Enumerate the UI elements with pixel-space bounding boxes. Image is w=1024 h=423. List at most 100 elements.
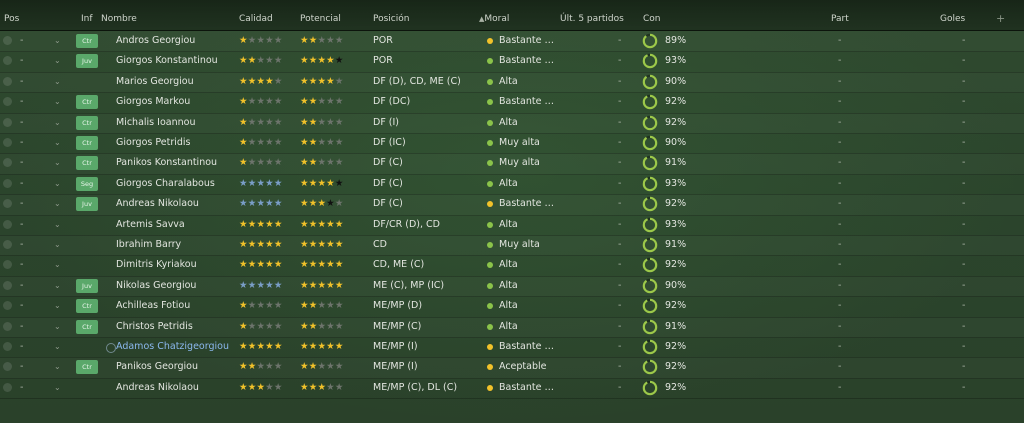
- chevron-down-icon[interactable]: ⌄: [54, 317, 61, 337]
- player-name[interactable]: Giorgos Charalabous: [116, 174, 234, 194]
- column-calidad[interactable]: Calidad: [239, 0, 273, 30]
- table-row[interactable]: - ⌄ Artemis Savva ★★★★★ ★★★★★ DF/CR (D), CD Al…: [0, 215, 1024, 236]
- player-name[interactable]: Panikos Georgiou: [116, 357, 234, 377]
- appearances: -: [838, 75, 842, 87]
- player-name[interactable]: Adamos Chatzigeorgiou: [116, 337, 234, 357]
- status-badge: Ctr: [76, 115, 98, 130]
- player-name[interactable]: Panikos Konstantinou: [116, 153, 234, 173]
- chevron-down-icon[interactable]: ⌄: [54, 255, 61, 275]
- select-radio-icon[interactable]: [3, 260, 12, 270]
- appearances: -: [838, 239, 842, 250]
- column-inf[interactable]: Inf: [81, 0, 93, 30]
- player-name[interactable]: Andros Georgiou: [116, 31, 234, 51]
- column-potencial[interactable]: Potencial: [300, 0, 341, 30]
- star-icon: ★: [326, 55, 335, 67]
- select-radio-icon[interactable]: [3, 199, 12, 209]
- chevron-down-icon[interactable]: ⌄: [54, 92, 61, 112]
- select-radio-icon[interactable]: [3, 362, 12, 372]
- chevron-down-icon[interactable]: ⌄: [54, 174, 61, 194]
- chevron-down-icon[interactable]: ⌄: [54, 337, 61, 357]
- table-row[interactable]: - ⌄ Ctr Giorgos Markou ★★★★★ ★★★★★ DF (DC) Bast…: [0, 92, 1024, 114]
- star-icon: ★: [265, 361, 274, 373]
- column-pos[interactable]: Pos: [4, 0, 19, 30]
- column-nombre[interactable]: Nombre: [101, 0, 137, 30]
- table-row[interactable]: - ⌄ Ctr Panikos Konstantinou ★★★★★ ★★★★★ DF (C…: [0, 153, 1024, 175]
- player-name[interactable]: Achilleas Fotiou: [116, 296, 234, 316]
- morale-dot-icon: [487, 78, 493, 85]
- player-name[interactable]: Andreas Nikolaou: [116, 194, 234, 214]
- select-radio-icon[interactable]: [3, 219, 12, 229]
- chevron-down-icon[interactable]: ⌄: [54, 153, 61, 173]
- select-radio-icon[interactable]: [3, 36, 12, 45]
- table-row[interactable]: - ⌄ Ibrahim Barry ★★★★★ ★★★★★ CD Muy alta -91% -…: [0, 235, 1024, 257]
- player-name[interactable]: Michalis Ioannou: [116, 113, 234, 133]
- table-row[interactable]: - ⌄ Ctr Michalis Ioannou ★★★★★ ★★★★★ DF (I) Alt…: [0, 113, 1024, 134]
- star-icon: ★: [326, 116, 335, 128]
- player-name[interactable]: Nikolas Georgiou: [116, 276, 234, 296]
- chevron-down-icon[interactable]: ⌄: [54, 296, 61, 316]
- column-ultimos[interactable]: Últ. 5 partidos: [560, 0, 624, 30]
- table-row[interactable]: - ⌄ Ctr Andros Georgiou ★★★★★ ★★★★★ POR Bastant…: [0, 31, 1024, 53]
- player-name[interactable]: Ibrahim Barry: [116, 235, 234, 255]
- star-icon: ★: [239, 239, 248, 250]
- select-radio-icon[interactable]: [3, 178, 12, 188]
- chevron-down-icon[interactable]: ⌄: [54, 113, 61, 133]
- table-row[interactable]: - ⌄ Ctr Panikos Georgiou ★★★★★ ★★★★★ ME/MP (I)…: [0, 357, 1024, 379]
- column-posicion[interactable]: Posición: [373, 0, 409, 30]
- table-row[interactable]: - ⌄ Ctr Giorgos Petridis ★★★★★ ★★★★★ DF (IC) Mu…: [0, 133, 1024, 155]
- add-column-icon[interactable]: +: [996, 0, 1005, 30]
- table-row[interactable]: - ⌄ Juv Nikolas Georgiou ★★★★★ ★★★★★ ME (C), M…: [0, 276, 1024, 298]
- chevron-down-icon[interactable]: ⌄: [54, 133, 61, 153]
- select-radio-icon[interactable]: [3, 117, 12, 127]
- table-row[interactable]: - ⌄ Juv Giorgos Konstantinou ★★★★★ ★★★★★ POR Ba…: [0, 51, 1024, 73]
- column-moral[interactable]: ▲Moral: [479, 0, 509, 30]
- player-name[interactable]: Andreas Nikolaou: [116, 378, 234, 398]
- select-radio-icon[interactable]: [3, 280, 12, 290]
- select-radio-icon[interactable]: [3, 240, 12, 249]
- chevron-down-icon[interactable]: ⌄: [54, 357, 61, 377]
- table-row[interactable]: - ⌄ Seg Giorgos Charalabous ★★★★★ ★★★★★ DF (C)…: [0, 174, 1024, 196]
- chevron-down-icon[interactable]: ⌄: [54, 235, 61, 255]
- select-radio-icon[interactable]: [3, 382, 12, 392]
- chevron-down-icon[interactable]: ⌄: [54, 72, 61, 92]
- chevron-down-icon[interactable]: ⌄: [54, 194, 61, 214]
- select-radio-icon[interactable]: [3, 138, 12, 147]
- chevron-down-icon[interactable]: ⌄: [54, 276, 61, 296]
- morale-text: Alta: [499, 300, 518, 312]
- chevron-down-icon[interactable]: ⌄: [54, 215, 61, 235]
- table-row[interactable]: - ⌄ Andreas Nikolaou ★★★★★ ★★★★★ ME/MP (C), D…: [0, 378, 1024, 400]
- star-icon: ★: [300, 116, 309, 128]
- table-row[interactable]: - ⌄ Ctr Christos Petridis ★★★★★ ★★★★★ ME/MP (C…: [0, 317, 1024, 338]
- select-radio-icon[interactable]: [3, 342, 12, 351]
- select-radio-icon[interactable]: [3, 97, 12, 107]
- select-radio-icon[interactable]: [3, 301, 12, 311]
- column-goles[interactable]: Goles: [940, 0, 965, 30]
- table-row[interactable]: - ⌄ Juv Andreas Nikolaou ★★★★★ ★★★★★ DF (C) Bas…: [0, 194, 1024, 216]
- table-row[interactable]: - ⌄ Ctr Achilleas Fotiou ★★★★★ ★★★★★ ME/MP (D)…: [0, 296, 1024, 318]
- player-name[interactable]: Giorgos Petridis: [116, 133, 234, 153]
- select-radio-icon[interactable]: [3, 76, 12, 86]
- player-name[interactable]: Artemis Savva: [116, 215, 234, 235]
- star-icon: ★: [273, 177, 283, 189]
- star-icon: ★: [256, 279, 266, 291]
- player-name[interactable]: Marios Georgiou: [116, 72, 234, 92]
- morale-text: Alta: [499, 320, 518, 332]
- table-row[interactable]: - ⌄ Marios Georgiou ★★★★★ ★★★★★ DF (D), CD, M…: [0, 72, 1024, 94]
- column-part[interactable]: Part: [831, 0, 849, 30]
- chevron-down-icon[interactable]: ⌄: [54, 31, 61, 51]
- star-icon: ★: [300, 55, 309, 67]
- select-radio-icon[interactable]: [3, 321, 12, 331]
- chevron-down-icon[interactable]: ⌄: [54, 378, 61, 398]
- table-row[interactable]: - ⌄ Adamos Chatzigeorgiou ★★★★★ ★★★★★ ME/MP (…: [0, 337, 1024, 359]
- player-name[interactable]: Christos Petridis: [116, 317, 234, 337]
- player-name[interactable]: Dimitris Kyriakou: [116, 255, 234, 275]
- star-icon: ★: [326, 381, 335, 393]
- player-name[interactable]: Giorgos Markou: [116, 92, 234, 112]
- select-radio-icon[interactable]: [3, 56, 12, 66]
- player-name[interactable]: Giorgos Konstantinou: [116, 51, 234, 71]
- chevron-down-icon[interactable]: ⌄: [54, 51, 61, 71]
- table-row[interactable]: - ⌄ Dimitris Kyriakou ★★★★★ ★★★★★ CD, ME (C) A…: [0, 255, 1024, 277]
- select-radio-icon[interactable]: [3, 158, 12, 168]
- morale-dot-icon: [487, 344, 493, 350]
- column-con[interactable]: Con: [643, 0, 661, 30]
